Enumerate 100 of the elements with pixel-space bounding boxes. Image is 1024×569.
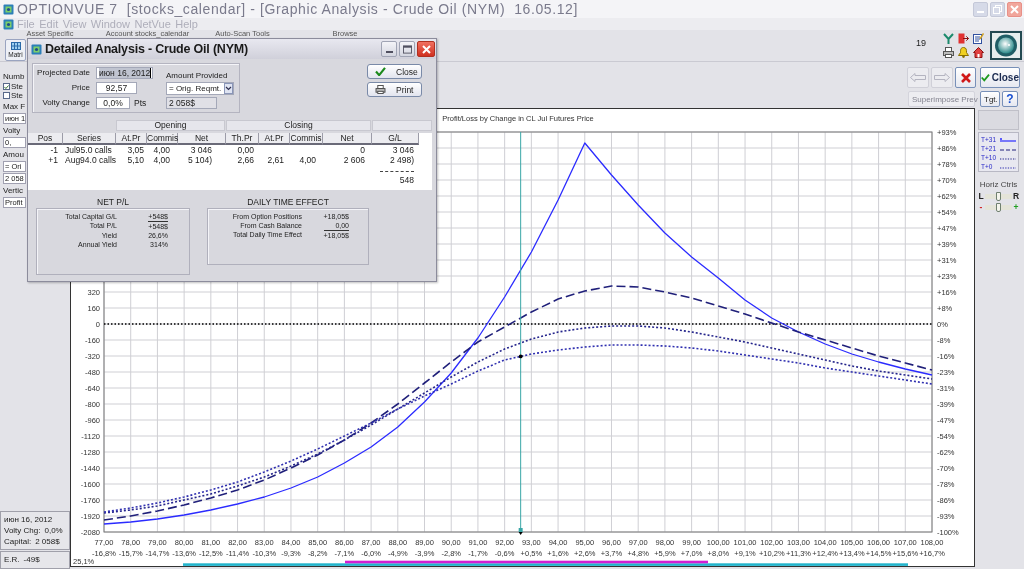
maximize-button[interactable] [399, 41, 415, 57]
input-field[interactable]: июн 16, 2012 [96, 67, 153, 79]
notepad-icon[interactable] [973, 33, 984, 44]
status-value: 0,0% [44, 525, 63, 536]
table-cell-text: 3 046 [391, 145, 415, 155]
column-group-header [372, 120, 432, 131]
column-header[interactable]: Commis [290, 133, 323, 145]
minimize-button[interactable] [381, 41, 397, 57]
column-header[interactable]: Net [323, 133, 372, 145]
maximize-icon [402, 44, 412, 54]
slider-end-label: - [978, 202, 984, 212]
table-cell-text: Aug94.0 calls [64, 155, 116, 165]
column-header[interactable]: At.Pr [116, 133, 147, 145]
print-button[interactable]: Print [367, 82, 422, 97]
column-header[interactable]: Commis [147, 133, 178, 145]
field-label: Vertic [3, 186, 23, 196]
column-header[interactable]: Net [178, 133, 226, 145]
status-label: Volty Chg: [4, 525, 41, 536]
left-arrow-icon [910, 73, 926, 82]
column-header[interactable]: At.Pr [259, 133, 290, 145]
right-arrow-icon [934, 73, 950, 82]
status-value: -49$ [23, 554, 40, 565]
slider-end-label: R [1013, 191, 1019, 201]
slider-thumb[interactable] [996, 191, 1001, 201]
column-header[interactable]: Series [63, 133, 116, 145]
slider-track[interactable] [985, 202, 1012, 212]
dialog-title: Detailed Analysis - Crude Oil (NYM) [45, 42, 248, 56]
slider-end-label: L [978, 191, 984, 201]
column-header[interactable]: G/L [372, 133, 419, 145]
field-label: Volty [3, 126, 21, 136]
controls-label: Horiz Ctrls [978, 180, 1019, 190]
close-icon [421, 44, 431, 54]
table-cell-text: 5,10 [126, 155, 145, 165]
section-title: NET P/L [96, 197, 130, 208]
field-label: Numb [3, 72, 25, 82]
minimize-icon [977, 11, 984, 13]
unit-label: Pts [134, 97, 147, 109]
table-cell-text: Jul95.0 calls [64, 145, 113, 155]
table-cell-text: 2 606 [342, 155, 366, 165]
column-group-header: Opening [116, 120, 225, 131]
column-header[interactable]: Th.Pr [226, 133, 259, 145]
cursor-handle-icon[interactable] [518, 528, 523, 535]
close-button[interactable]: Close [980, 67, 1020, 88]
status-label: Capital: [4, 536, 32, 547]
table-cell-text: 2,66 [236, 155, 255, 165]
close-icon [1010, 4, 1019, 14]
section-title: DAILY TIME EFFECT [246, 197, 330, 208]
table-cell-text: 4,00 [152, 145, 171, 155]
field-label: Max F [3, 102, 26, 112]
input-field[interactable]: 92,57 [96, 82, 137, 94]
status-value: июн 16, 2012 [4, 514, 53, 525]
field-label: Amou [3, 150, 24, 160]
amount-field: 2 058$ [166, 97, 217, 109]
table-cell-text: 2 498) [388, 155, 415, 165]
bell-icon[interactable] [958, 47, 969, 58]
table-cell-text: +1 [47, 155, 59, 165]
check-icon [375, 67, 386, 76]
exit-icon[interactable] [958, 33, 969, 44]
checkbox[interactable] [3, 83, 10, 90]
table-cell-text: 0 [359, 145, 366, 155]
table-cell-text: 2,61 [266, 155, 285, 165]
field-label: Amount Provided [166, 71, 229, 80]
table-cell-text: 4,00 [152, 155, 171, 165]
input-field[interactable]: 0,0% [96, 97, 130, 109]
printer-icon[interactable] [943, 47, 954, 58]
table-cell-text: 3,05 [126, 145, 145, 155]
target-button[interactable]: Tgt. [980, 91, 1000, 107]
table-cell-text: 5 104) [186, 155, 213, 165]
field-label: Volty Change [41, 97, 90, 109]
minimize-icon [385, 51, 393, 53]
checkbox-label: Ste [11, 91, 23, 100]
printer-icon [375, 85, 386, 94]
delete-button[interactable] [955, 67, 976, 88]
table-cell-text: 3 046 [189, 145, 213, 155]
status-label: E.R. [4, 554, 20, 565]
slider-track[interactable] [985, 191, 1012, 201]
status-value: 2 058$ [35, 536, 60, 547]
house-icon[interactable] [973, 47, 984, 58]
fork-icon[interactable] [943, 33, 954, 44]
table-cell-text: 0,00 [236, 145, 255, 155]
window-title: OPTIONVUE 7 [stocks_calendar] - [Graphic Analysis - Crude Oil (NYM) 16.05.12] [17, 0, 578, 18]
slider-end-label: + [1013, 202, 1019, 212]
close-button[interactable]: Close [367, 64, 422, 79]
total-cell: 548 [380, 171, 414, 185]
app-icon [3, 3, 14, 15]
checkbox-label: Ste [11, 82, 23, 91]
marker-dot [518, 354, 523, 359]
help-button[interactable]: ? [1002, 91, 1018, 107]
app-icon [3, 18, 14, 30]
restore-icon [993, 4, 1002, 14]
cross-icon [960, 72, 971, 83]
empty-panel [978, 110, 1019, 130]
caret-icon [224, 83, 233, 94]
close-button[interactable] [417, 41, 435, 57]
dropdown[interactable]: = Orig. Reqmt. [166, 82, 234, 95]
slider-thumb[interactable] [996, 202, 1001, 212]
checkbox[interactable] [3, 92, 10, 99]
check-icon [4, 84, 9, 89]
field-label: Price [70, 82, 90, 94]
column-header[interactable]: Pos [28, 133, 63, 145]
